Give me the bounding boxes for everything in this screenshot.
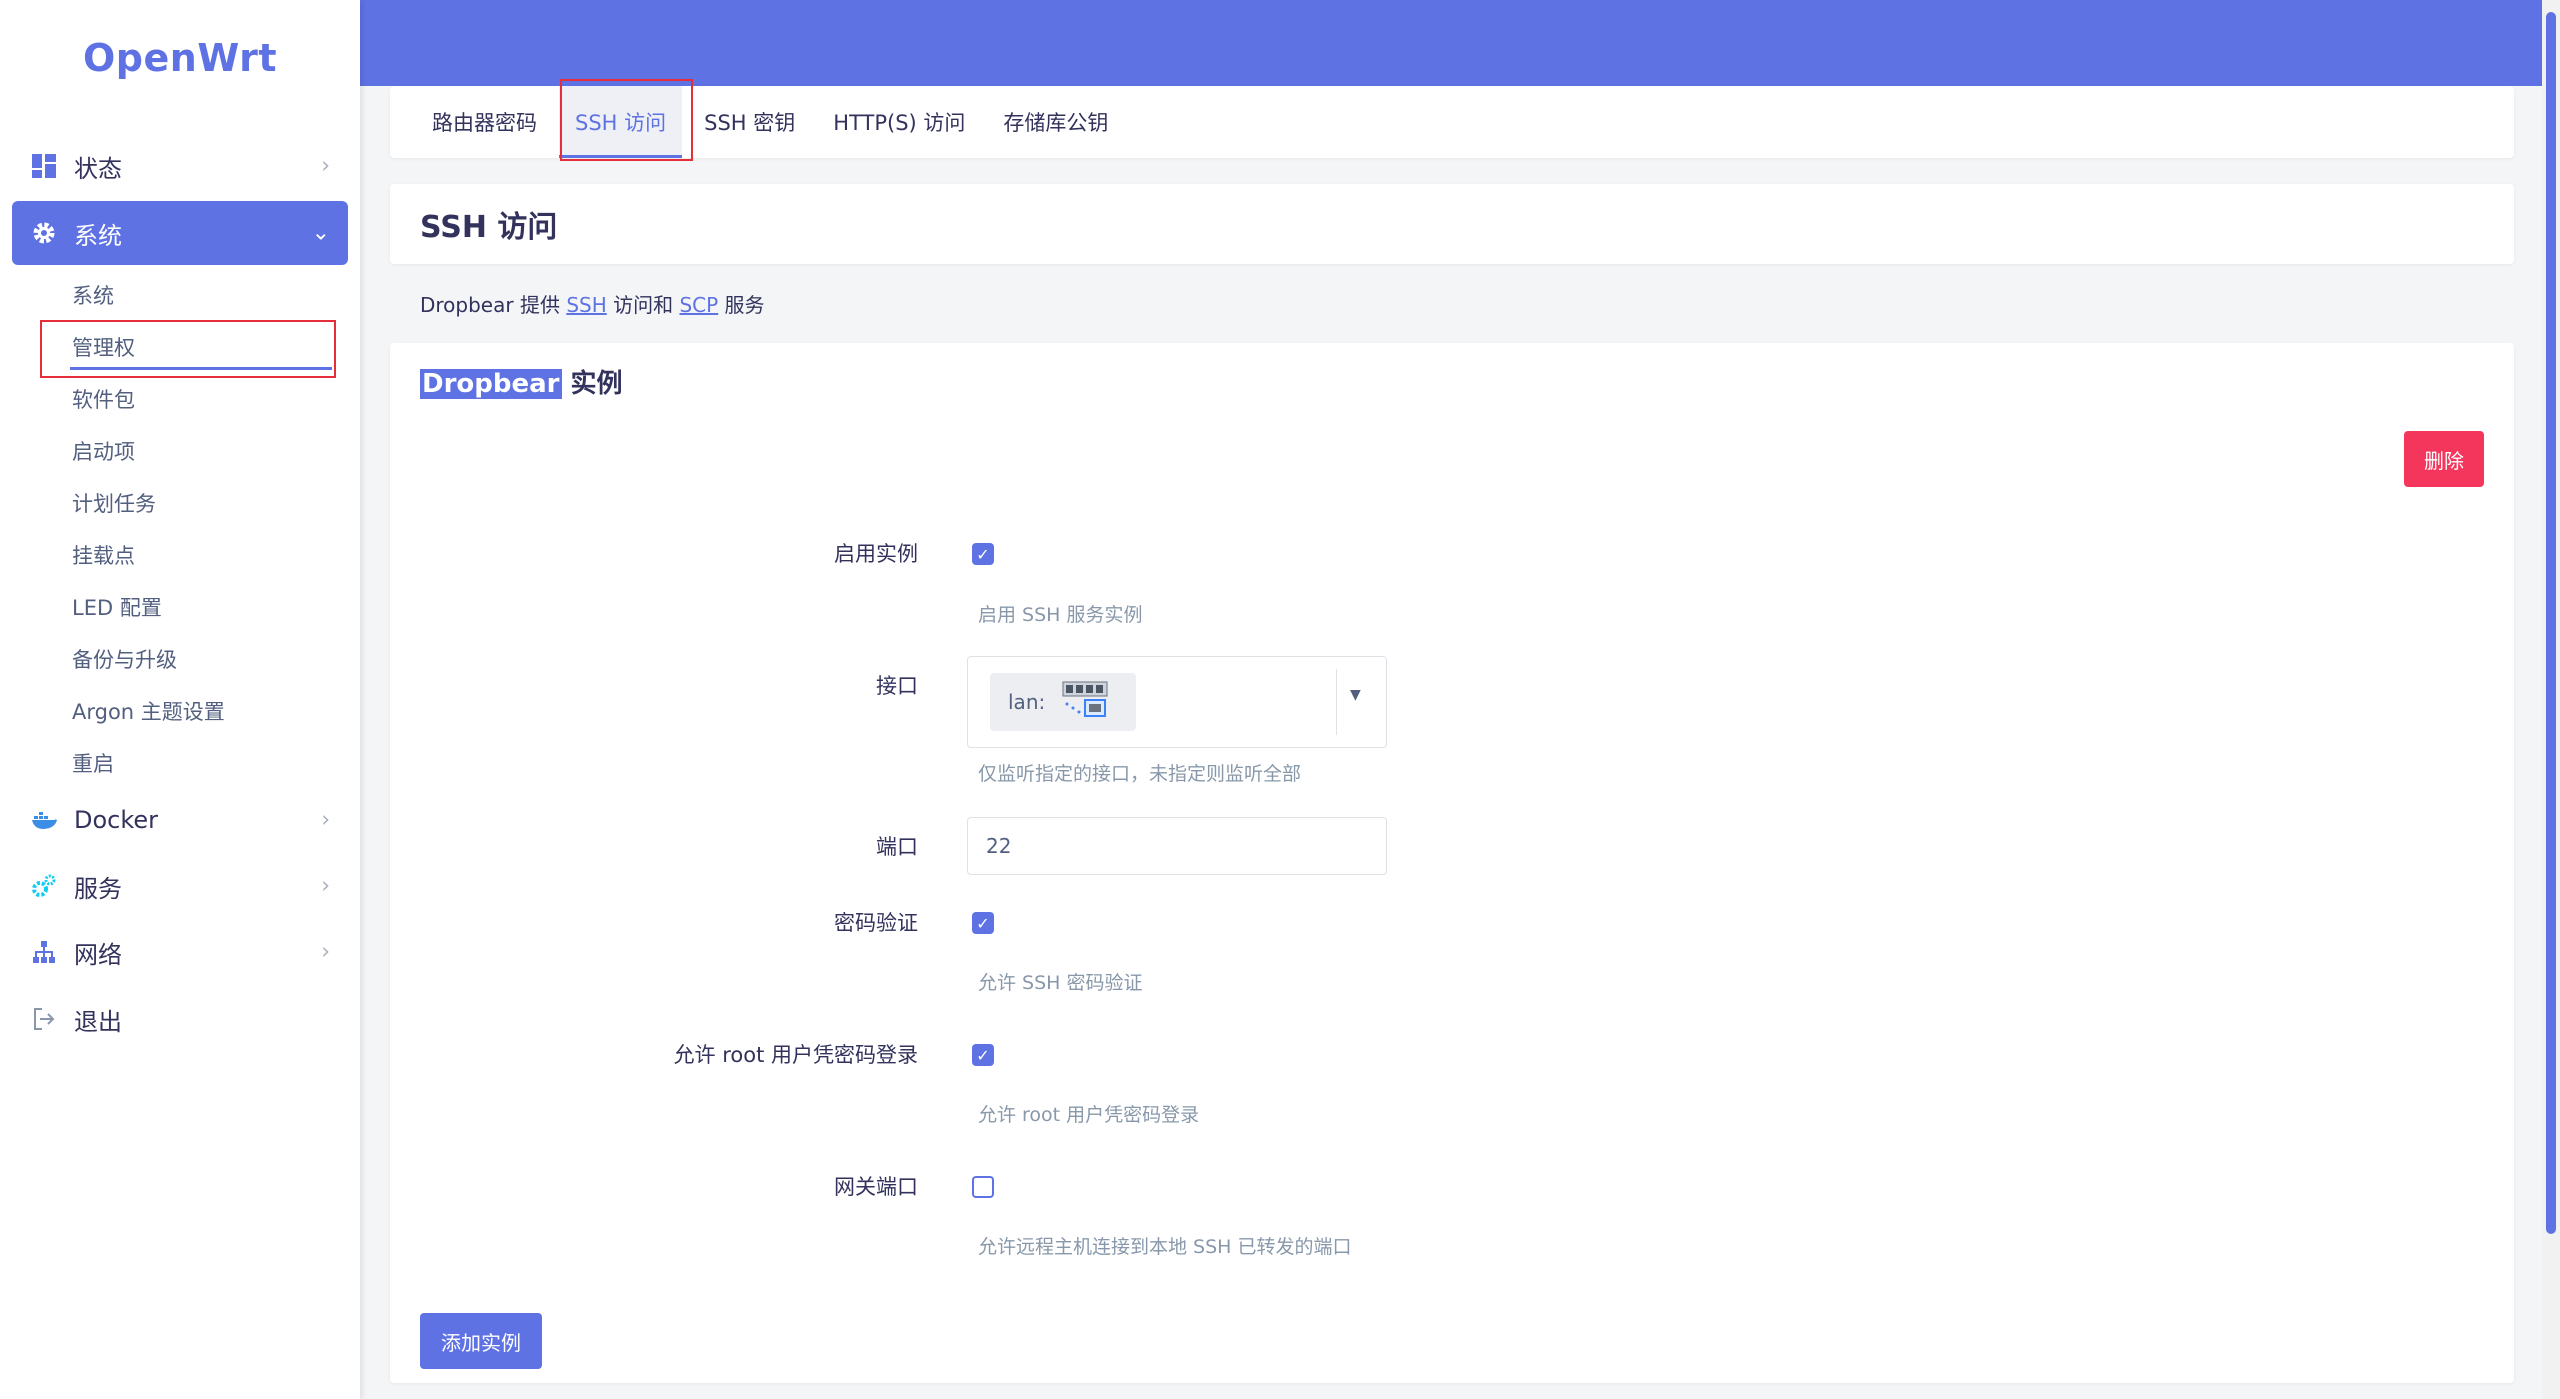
nav-docker-label: Docker bbox=[74, 806, 159, 834]
sub-item-packages[interactable]: 软件包 bbox=[72, 384, 135, 414]
root-login-label: 允许 root 用户凭密码登录 bbox=[673, 1043, 918, 1067]
dropdown-caret-icon[interactable]: ▼ bbox=[1350, 687, 1361, 703]
chevron-down-icon: ⌄ bbox=[311, 220, 330, 246]
chevron-right-icon: › bbox=[321, 873, 330, 899]
docker-icon bbox=[30, 806, 58, 834]
nav-network-label: 网络 bbox=[74, 940, 122, 969]
check-icon: ✓ bbox=[976, 544, 990, 564]
password-auth-label: 密码验证 bbox=[834, 911, 918, 935]
nav-logout-label: 退出 bbox=[74, 1007, 122, 1036]
gateway-ports-checkbox[interactable] bbox=[972, 1176, 994, 1198]
sub-item-backup[interactable]: 备份与升级 bbox=[72, 644, 177, 674]
chevron-right-icon: › bbox=[321, 807, 330, 833]
sub-item-startup[interactable]: 启动项 bbox=[72, 436, 135, 466]
interface-chip-label: lan: bbox=[1008, 690, 1046, 714]
page-description: Dropbear 提供 SSH 访问和 SCP 服务 bbox=[420, 289, 765, 318]
check-icon: ✓ bbox=[976, 913, 990, 933]
tab-highlight-box bbox=[560, 79, 693, 161]
select-divider bbox=[1336, 669, 1337, 735]
nav-network[interactable]: 网络 › bbox=[12, 920, 348, 984]
nav-docker[interactable]: Docker › bbox=[12, 788, 348, 852]
port-input[interactable] bbox=[967, 817, 1387, 875]
desc-prefix: Dropbear 提供 bbox=[420, 293, 567, 317]
tab-https-access[interactable]: HTTP(S) 访问 bbox=[833, 86, 965, 158]
page-title: SSH 访问 bbox=[420, 210, 558, 245]
gateway-ports-hint: 允许远程主机连接到本地 SSH 已转发的端口 bbox=[978, 1236, 1352, 1258]
tabs-bar: 路由器密码 SSH 访问 SSH 密钥 HTTP(S) 访问 存储库公钥 bbox=[390, 86, 2514, 158]
sub-item-system[interactable]: 系统 bbox=[72, 280, 114, 310]
dropbear-section: Dropbear 实例 删除 启用实例 ✓ 启用 SSH 服务实例 接口 lan… bbox=[390, 343, 2514, 1383]
nav-logout[interactable]: 退出 bbox=[12, 987, 348, 1051]
nav-status-label: 状态 bbox=[74, 154, 122, 183]
logout-icon bbox=[30, 1005, 58, 1033]
interface-chip[interactable]: lan: bbox=[990, 673, 1136, 731]
chevron-right-icon: › bbox=[321, 153, 330, 179]
interface-label: 接口 bbox=[876, 674, 918, 698]
nav-system-label: 系统 bbox=[74, 221, 122, 250]
nav-services-label: 服务 bbox=[74, 874, 122, 903]
password-auth-checkbox[interactable]: ✓ bbox=[972, 912, 994, 934]
password-auth-hint: 允许 SSH 密码验证 bbox=[978, 972, 1143, 994]
check-icon: ✓ bbox=[976, 1045, 990, 1065]
gear-icon bbox=[30, 219, 58, 247]
desc-mid: 访问和 bbox=[606, 293, 680, 317]
ssh-link[interactable]: SSH bbox=[566, 293, 606, 317]
active-sub-indicator bbox=[70, 367, 332, 370]
scrollbar-thumb[interactable] bbox=[2546, 12, 2556, 1234]
enable-label: 启用实例 bbox=[834, 542, 918, 566]
nav-services[interactable]: 服务 › bbox=[12, 854, 348, 918]
sub-item-argon[interactable]: Argon 主题设置 bbox=[72, 696, 225, 726]
sub-item-admin[interactable]: 管理权 bbox=[72, 332, 135, 362]
root-login-hint: 允许 root 用户凭密码登录 bbox=[978, 1104, 1200, 1126]
root-login-checkbox[interactable]: ✓ bbox=[972, 1044, 994, 1066]
sub-item-reboot[interactable]: 重启 bbox=[72, 748, 114, 778]
enable-checkbox[interactable]: ✓ bbox=[972, 543, 994, 565]
tab-ssh-keys[interactable]: SSH 密钥 bbox=[704, 86, 795, 158]
nav-status[interactable]: 状态 › bbox=[12, 134, 348, 198]
interface-hint: 仅监听指定的接口，未指定则监听全部 bbox=[978, 763, 1302, 785]
page-title-card: SSH 访问 bbox=[390, 184, 2514, 264]
interface-select[interactable]: lan: ▼ bbox=[967, 656, 1387, 748]
section-title-rest: 实例 bbox=[561, 369, 623, 399]
sub-item-scheduled-tasks[interactable]: 计划任务 bbox=[72, 488, 156, 518]
dashboard-icon bbox=[30, 152, 58, 180]
sub-item-mount-points[interactable]: 挂载点 bbox=[72, 540, 135, 570]
services-icon bbox=[30, 872, 58, 900]
scp-link[interactable]: SCP bbox=[679, 293, 718, 317]
desc-suffix: 服务 bbox=[718, 293, 765, 317]
port-label: 端口 bbox=[876, 835, 918, 859]
delete-button[interactable]: 删除 bbox=[2404, 431, 2484, 487]
tab-repo-keys[interactable]: 存储库公钥 bbox=[1003, 86, 1108, 158]
network-icon bbox=[30, 938, 58, 966]
nav-system[interactable]: 系统 ⌄ bbox=[12, 201, 348, 265]
sub-item-led[interactable]: LED 配置 bbox=[72, 592, 162, 622]
enable-hint: 启用 SSH 服务实例 bbox=[978, 604, 1143, 626]
section-title: Dropbear 实例 bbox=[420, 363, 623, 400]
ethernet-port-icon bbox=[1061, 680, 1109, 725]
sidebar: OpenWrt 状态 › 系统 ⌄ 系统 管理权 软件包 启动项 计划任务 挂载… bbox=[0, 0, 360, 1399]
header-bar bbox=[360, 0, 2560, 86]
tab-router-password[interactable]: 路由器密码 bbox=[432, 86, 537, 158]
openwrt-logo[interactable]: OpenWrt bbox=[0, 36, 360, 80]
section-title-selected: Dropbear bbox=[420, 369, 562, 399]
add-instance-button[interactable]: 添加实例 bbox=[420, 1313, 542, 1369]
gateway-ports-label: 网关端口 bbox=[834, 1175, 918, 1199]
chevron-right-icon: › bbox=[321, 939, 330, 965]
